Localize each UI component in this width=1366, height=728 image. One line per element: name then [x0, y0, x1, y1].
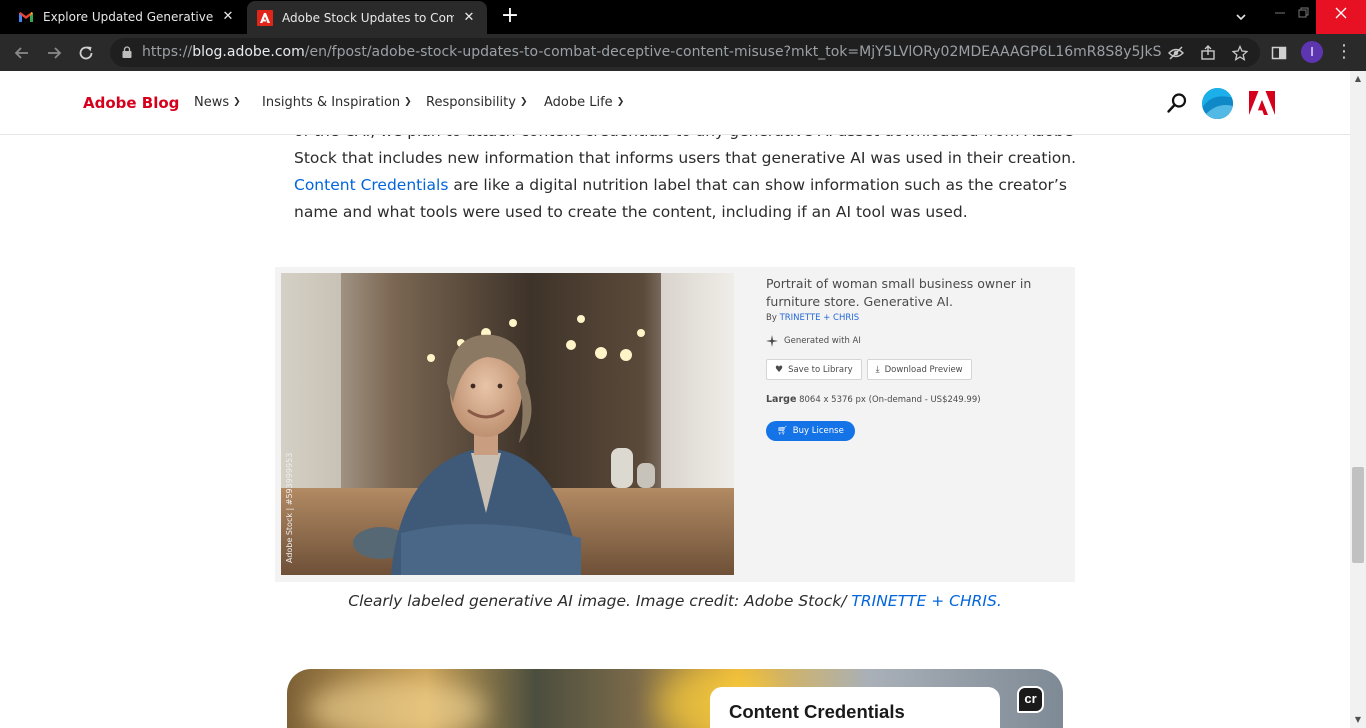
paragraph-line: of the CAI, we plan to attach content cr…: [294, 135, 1084, 145]
site-header: Adobe Blog News ❯ Insights & Inspiration ❯…: [0, 71, 1350, 135]
user-avatar[interactable]: [1202, 88, 1233, 119]
browser-tab-strip: Explore Updated Generative AI Gu ✕ Adobe…: [0, 0, 1366, 34]
stock-screenshot-figure: Adobe Stock | #593999953 Portrait of wom…: [275, 267, 1075, 582]
close-icon[interactable]: ✕: [461, 10, 477, 26]
tab-adobe-blog[interactable]: Adobe Stock Updates to Combat ✕: [247, 1, 487, 34]
caption-credit-link[interactable]: TRINETTE + CHRIS.: [851, 592, 1001, 610]
asset-author: By TRINETTE + CHRIS: [766, 313, 860, 323]
paragraph-line: name and what tools were used to create …: [294, 203, 968, 221]
article-body: of the CAI, we plan to attach content cr…: [0, 135, 1350, 728]
back-arrow-icon[interactable]: [9, 40, 35, 66]
license-size: Large 8064 x 5376 px (On-demand - US$249…: [766, 394, 981, 405]
woman-portrait-image: Adobe Stock | #593999953: [281, 273, 734, 575]
window-close-icon[interactable]: [1316, 0, 1366, 34]
address-bar[interactable]: https://blog.adobe.com/en/fpost/adobe-st…: [110, 38, 1260, 67]
more-vertical-icon[interactable]: ⋮: [1334, 40, 1354, 66]
chevron-down-icon: ❯: [404, 97, 412, 107]
paragraph-line: Content Credentials are like a digital n…: [294, 176, 1067, 194]
chevron-down-icon: ❯: [233, 97, 241, 107]
paragraph-line: Stock that includes new information that…: [294, 149, 1077, 167]
heart-icon: ♥: [775, 364, 784, 375]
reload-icon[interactable]: [73, 40, 99, 66]
profile-avatar[interactable]: I: [1301, 41, 1323, 63]
tab-gmail[interactable]: Explore Updated Generative AI Gu ✕: [8, 0, 246, 34]
url-text[interactable]: https://blog.adobe.com/en/fpost/adobe-st…: [142, 44, 1162, 60]
brand-link[interactable]: Adobe Blog: [83, 94, 179, 112]
asset-title: Portrait of woman small business owner i…: [766, 276, 1032, 309]
chevron-down-icon: ❯: [616, 97, 625, 107]
close-icon[interactable]: ✕: [220, 9, 236, 25]
tab-search-chevron-icon[interactable]: [1219, 0, 1263, 34]
cr-badge-icon: cr: [1017, 686, 1044, 713]
nav-news[interactable]: News ❯: [194, 95, 241, 110]
bookmark-star-icon[interactable]: [1230, 43, 1250, 63]
nav-insights[interactable]: Insights & Inspiration ❯: [262, 95, 412, 110]
content-credentials-title: Content Credentials: [729, 701, 905, 722]
new-tab-button[interactable]: +: [498, 5, 522, 29]
page-scrollbar[interactable]: ▲ ▼: [1350, 71, 1366, 728]
nav-adobe-life[interactable]: Adobe Life ❯: [544, 95, 624, 110]
save-to-library-button[interactable]: ♥ Save to Library: [766, 359, 862, 380]
buy-license-button[interactable]: 🛒︎ Buy License: [766, 421, 855, 441]
share-icon[interactable]: [1198, 43, 1218, 63]
cart-icon: 🛒︎: [777, 426, 788, 436]
chevron-down-icon: ❯: [519, 97, 528, 107]
download-preview-button[interactable]: ⤓ Download Preview: [866, 359, 972, 380]
scroll-up-icon[interactable]: ▲: [1350, 71, 1366, 87]
content-credentials-panel: Content Credentials: [710, 687, 1000, 728]
stock-asset-panel: Portrait of woman small business owner i…: [766, 275, 1066, 441]
forward-arrow-icon[interactable]: [41, 40, 67, 66]
tab-title: Adobe Stock Updates to Combat: [282, 10, 454, 25]
gmail-icon: [19, 12, 33, 22]
scroll-down-icon[interactable]: ▼: [1350, 712, 1366, 728]
browser-toolbar: https://blog.adobe.com/en/fpost/adobe-st…: [0, 34, 1366, 71]
image-caption: Clearly labeled generative AI image. Ima…: [348, 592, 1002, 610]
adobe-icon: [257, 9, 273, 26]
scroll-thumb[interactable]: [1352, 467, 1364, 563]
adobe-logo-icon[interactable]: [1249, 91, 1275, 115]
content-credentials-image: Content Credentials cr: [287, 669, 1063, 728]
article-paragraph: of the CAI, we plan to attach content cr…: [294, 135, 1084, 226]
image-watermark: Adobe Stock | #593999953: [285, 452, 294, 563]
tab-title: Explore Updated Generative AI Gu: [43, 10, 215, 24]
lock-icon[interactable]: [122, 46, 132, 58]
author-link[interactable]: TRINETTE + CHRIS: [780, 313, 860, 323]
side-panel-icon[interactable]: [1266, 40, 1292, 66]
sparkle-icon: [766, 335, 778, 347]
eye-slash-icon[interactable]: [1166, 43, 1186, 63]
search-icon[interactable]: [1166, 92, 1188, 114]
download-icon: ⤓: [875, 364, 880, 375]
nav-responsibility[interactable]: Responsibility ❯: [426, 95, 527, 110]
content-credentials-link[interactable]: Content Credentials: [294, 176, 448, 194]
generated-with-ai-badge: Generated with AI: [766, 335, 1066, 347]
